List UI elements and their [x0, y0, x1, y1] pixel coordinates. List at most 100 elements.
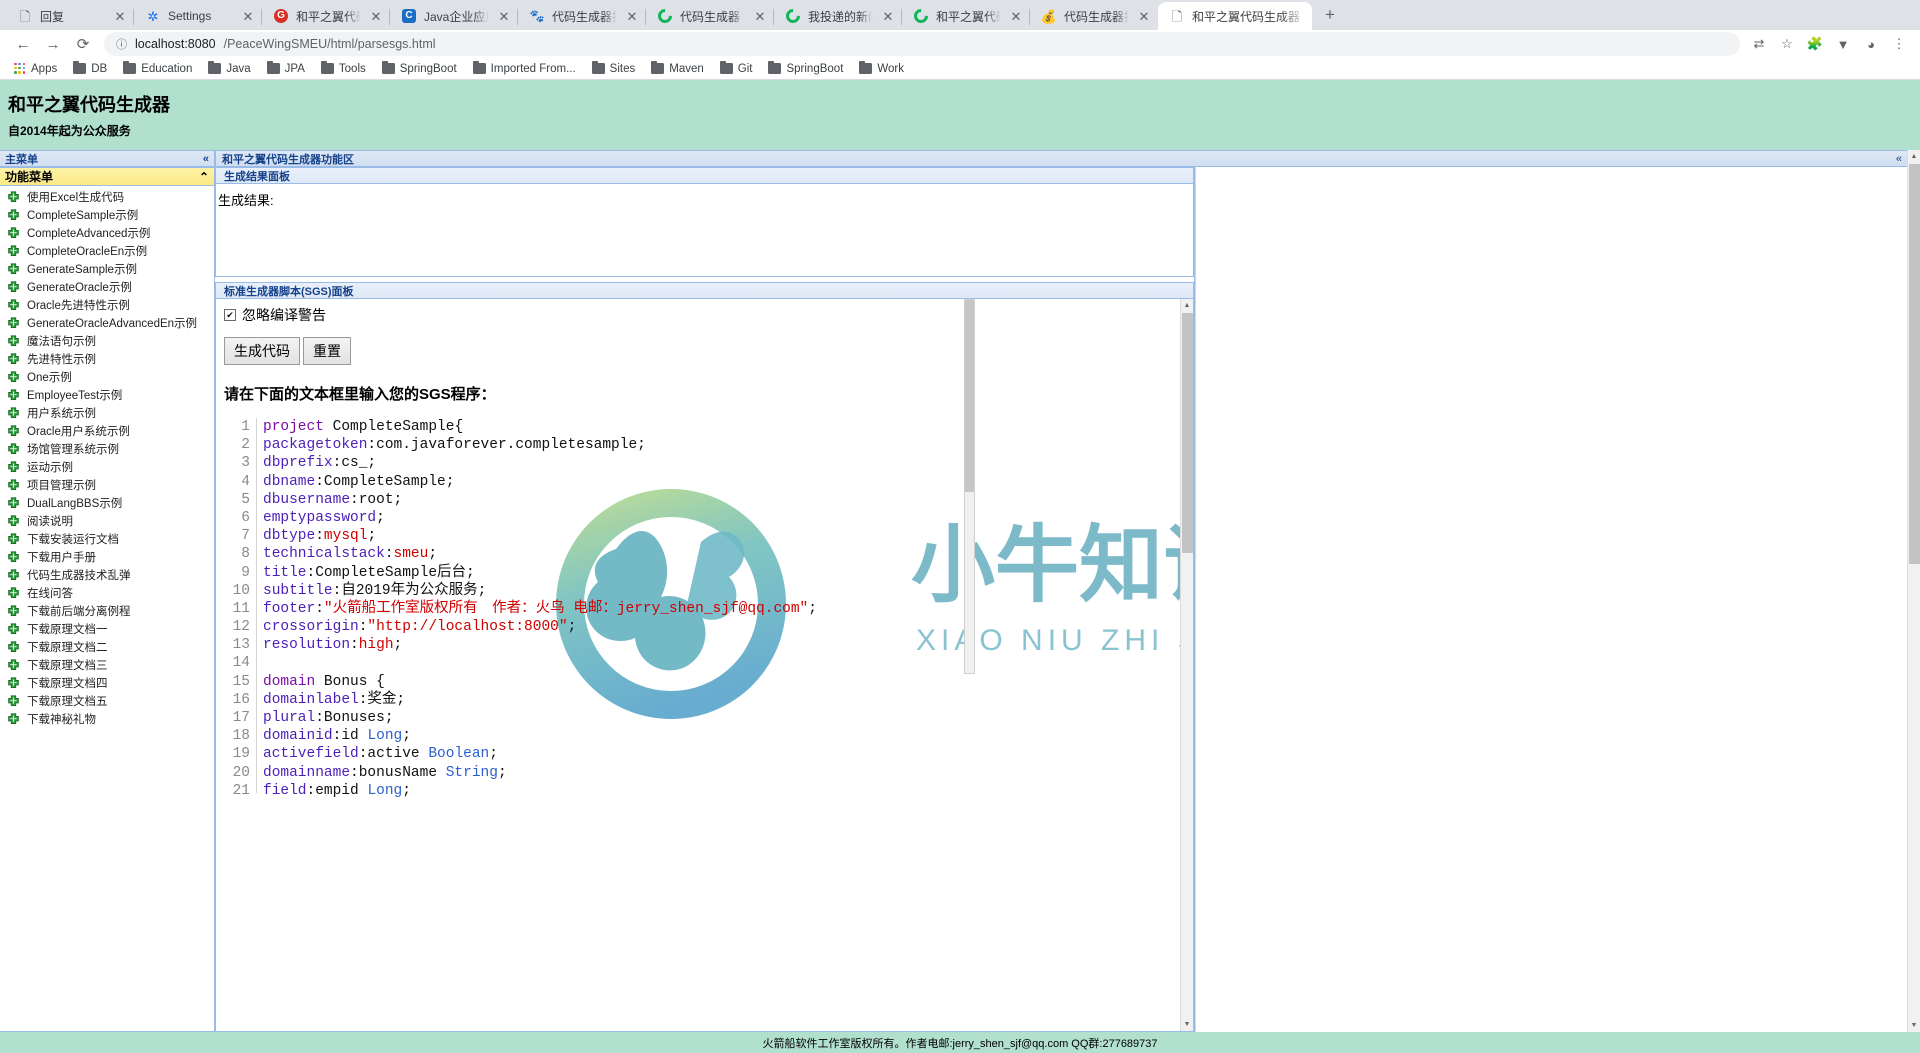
tab-close-icon[interactable]: ✕	[752, 10, 768, 23]
sgs-vertical-scrollbar[interactable]: ▲ ▼	[1180, 299, 1193, 1031]
sidebar-item-21[interactable]: 代码生成器技术乱弹	[0, 566, 214, 584]
tab-close-icon[interactable]: ✕	[624, 10, 640, 23]
tab-close-icon[interactable]: ✕	[1008, 10, 1024, 23]
collapse-right-icon[interactable]: «	[1896, 153, 1902, 165]
code-text[interactable]: project CompleteSample{packagetoken:com.…	[256, 418, 964, 799]
reset-button[interactable]: 重置	[303, 337, 351, 365]
chevron-up-icon[interactable]: ⌃	[199, 170, 209, 184]
tab-close-icon[interactable]: ✕	[240, 10, 256, 23]
sidebar-item-label: CompleteAdvanced示例	[27, 228, 151, 240]
bookmark-db[interactable]: DB	[65, 59, 115, 79]
browser-tab-3[interactable]: C Java企业应用论坛 ✕	[389, 2, 518, 30]
folder-icon	[768, 60, 782, 74]
bookmark-jpa[interactable]: JPA	[259, 59, 313, 79]
profile-avatar-icon[interactable]: ◕	[1858, 31, 1884, 57]
sidebar-item-5[interactable]: GenerateOracle示例	[0, 278, 214, 296]
sidebar-item-25[interactable]: 下载原理文档二	[0, 638, 214, 656]
info-icon[interactable]: ⓘ	[116, 36, 127, 52]
reload-button[interactable]: ⟳	[68, 31, 98, 57]
ignore-warnings-row[interactable]: 忽略编译警告	[224, 305, 1193, 325]
bookmark-springboot-1[interactable]: SpringBoot	[374, 59, 465, 79]
chevron-down-icon[interactable]: ▼	[1830, 31, 1856, 57]
browser-tab-4[interactable]: 🐾 代码生成器技术乱 ✕	[517, 2, 646, 30]
bookmark-tools[interactable]: Tools	[313, 59, 374, 79]
translate-icon[interactable]: ⇄	[1746, 31, 1772, 57]
code-editor-scrollbar[interactable]	[964, 299, 975, 674]
sidebar-function-menu-header[interactable]: 功能菜单 ⌃	[0, 167, 214, 186]
generate-code-button[interactable]: 生成代码	[224, 337, 300, 365]
scroll-down-arrow[interactable]: ▼	[1908, 1019, 1920, 1032]
scrollbar-thumb[interactable]	[965, 300, 974, 492]
tab-close-icon[interactable]: ✕	[880, 10, 896, 23]
back-button[interactable]: ←	[8, 31, 38, 57]
sidebar-item-3[interactable]: CompleteOracleEn示例	[0, 242, 214, 260]
code-line: title:CompleteSample后台;	[263, 564, 475, 581]
sidebar-item-6[interactable]: Oracle先进特性示例	[0, 296, 214, 314]
sidebar-item-17[interactable]: DualLangBBS示例	[0, 494, 214, 512]
bookmark-maven[interactable]: Maven	[643, 59, 712, 79]
sidebar-item-29[interactable]: 下载神秘礼物	[0, 710, 214, 728]
browser-tab-2[interactable]: G 和平之翼代码生成 ✕	[261, 2, 390, 30]
page-vertical-scrollbar[interactable]: ▲ ▼	[1907, 150, 1920, 1032]
sidebar-item-16[interactable]: 项目管理示例	[0, 476, 214, 494]
menu-icon[interactable]: ⋮	[1886, 31, 1912, 57]
browser-tab-8[interactable]: 💰 代码生成器技术乱 ✕	[1029, 2, 1158, 30]
sidebar-item-7[interactable]: GenerateOracleAdvancedEn示例	[0, 314, 214, 332]
scroll-up-arrow[interactable]: ▲	[1908, 150, 1920, 163]
sidebar-item-22[interactable]: 在线问答	[0, 584, 214, 602]
extension-icon[interactable]: 🧩	[1802, 31, 1828, 57]
sidebar-item-20[interactable]: 下载用户手册	[0, 548, 214, 566]
collapse-left-icon[interactable]: «	[203, 153, 209, 165]
sidebar-item-4[interactable]: GenerateSample示例	[0, 260, 214, 278]
scroll-down-arrow[interactable]: ▼	[1181, 1018, 1193, 1031]
browser-tab-0[interactable]: 🗋 回复 ✕	[6, 2, 134, 30]
bookmark-java[interactable]: Java	[200, 59, 258, 79]
sidebar-item-0[interactable]: 使用Excel生成代码	[0, 188, 214, 206]
bookmark-imported-from[interactable]: Imported From...	[465, 59, 584, 79]
plus-node-icon	[7, 424, 20, 438]
tab-close-icon[interactable]: ✕	[1136, 10, 1152, 23]
ignore-warnings-checkbox[interactable]	[224, 309, 236, 321]
sidebar-item-12[interactable]: 用户系统示例	[0, 404, 214, 422]
bookmark-work[interactable]: Work	[851, 59, 912, 79]
bookmark-git[interactable]: Git	[712, 59, 761, 79]
sgs-code-editor[interactable]: 1 2 3 4 5 6 7 8 9 10 11 12 13 14 15 16 17 18 19 20 21 projec…	[224, 418, 964, 799]
scrollbar-thumb[interactable]	[1182, 313, 1193, 553]
browser-tab-6[interactable]: 我投递的新闻 - M ✕	[773, 2, 902, 30]
scroll-up-arrow[interactable]: ▲	[1181, 299, 1193, 312]
sidebar-item-8[interactable]: 魔法语句示例	[0, 332, 214, 350]
tab-close-icon[interactable]: ✕	[496, 10, 512, 23]
sidebar-item-11[interactable]: EmployeeTest示例	[0, 386, 214, 404]
sidebar-item-10[interactable]: One示例	[0, 368, 214, 386]
browser-tab-7[interactable]: 和平之翼代码生成 ✕	[901, 2, 1030, 30]
sidebar-item-26[interactable]: 下载原理文档三	[0, 656, 214, 674]
sidebar-item-1[interactable]: CompleteSample示例	[0, 206, 214, 224]
forward-button[interactable]: →	[38, 31, 68, 57]
address-bar[interactable]: ⓘ localhost:8080/PeaceWingSMEU/html/pars…	[104, 32, 1740, 56]
tab-close-icon[interactable]: ✕	[112, 10, 128, 23]
sidebar-item-13[interactable]: Oracle用户系统示例	[0, 422, 214, 440]
scrollbar-thumb[interactable]	[1909, 164, 1920, 564]
sidebar-item-15[interactable]: 运动示例	[0, 458, 214, 476]
sidebar-item-9[interactable]: 先进特性示例	[0, 350, 214, 368]
sidebar-item-19[interactable]: 下载安装运行文档	[0, 530, 214, 548]
browser-tab-1[interactable]: ✲ Settings ✕	[133, 2, 262, 30]
sidebar-item-28[interactable]: 下载原理文档五	[0, 692, 214, 710]
sidebar-item-2[interactable]: CompleteAdvanced示例	[0, 224, 214, 242]
tab-close-icon[interactable]: ✕	[368, 10, 384, 23]
bookmark-sites[interactable]: Sites	[584, 59, 644, 79]
bookmark-star-icon[interactable]: ☆	[1774, 31, 1800, 57]
browser-tab-5[interactable]: 代码生成器 - MS8 ✕	[645, 2, 774, 30]
plus-node-icon	[7, 532, 20, 546]
sidebar-item-14[interactable]: 场馆管理系统示例	[0, 440, 214, 458]
new-tab-button[interactable]: +	[1316, 1, 1344, 29]
sidebar-item-27[interactable]: 下载原理文档四	[0, 674, 214, 692]
bookmark-education[interactable]: Education	[115, 59, 200, 79]
browser-tab-9-active[interactable]: 🗋 和平之翼代码生成器	[1158, 2, 1312, 30]
sidebar-item-24[interactable]: 下载原理文档一	[0, 620, 214, 638]
bookmark-springboot-2[interactable]: SpringBoot	[760, 59, 851, 79]
sidebar-item-23[interactable]: 下载前后端分离例程	[0, 602, 214, 620]
bookmark-apps[interactable]: Apps	[6, 59, 65, 79]
sidebar-item-18[interactable]: 阅读说明	[0, 512, 214, 530]
